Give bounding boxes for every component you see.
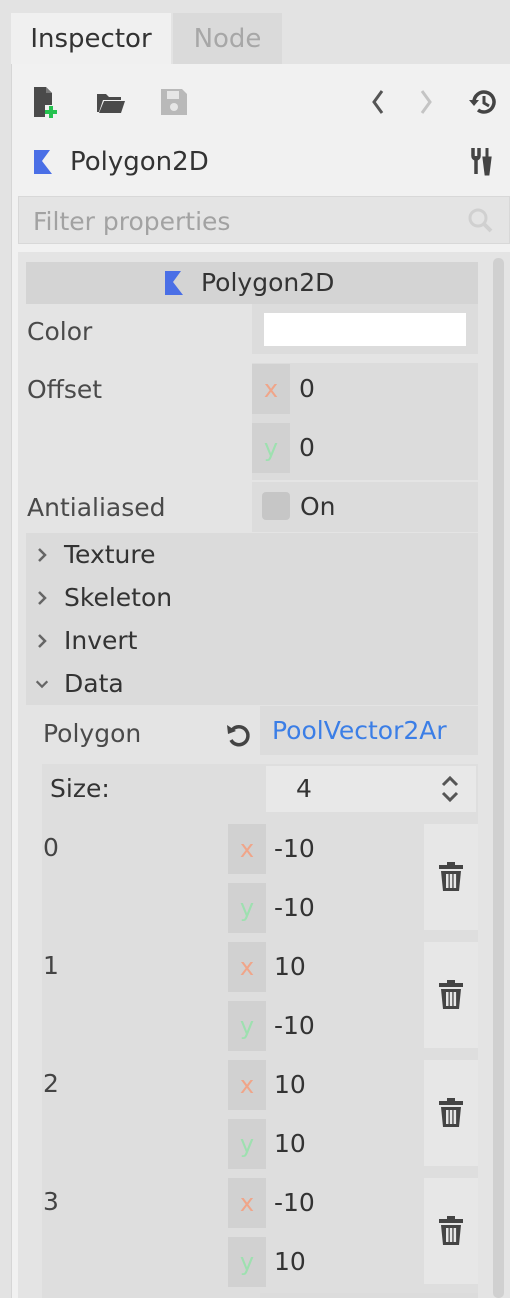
antialiased-label: Antialiased [27,493,166,522]
revert-icon[interactable] [222,719,254,751]
offset-y-axis-label: y [252,423,290,473]
item-2-x-axis-label: x [228,1060,266,1110]
filter-properties-field[interactable] [18,196,510,245]
trash-icon [439,980,463,1009]
array-index-1: 1 [43,951,59,980]
item-1-y-field[interactable]: -10 [274,1001,315,1051]
polygon-value[interactable]: PoolVector2Ar [272,706,472,755]
item-0-x-field[interactable]: -10 [274,824,315,874]
subsection-data-label: Data [64,669,124,698]
item-0-y-field[interactable]: -10 [274,883,315,933]
chevron-right-icon [34,576,50,619]
back-icon[interactable] [364,84,392,120]
item-3-x-field[interactable]: -10 [274,1178,315,1228]
delete-item-3-button[interactable] [424,1178,478,1284]
item-2-y-axis-label: y [228,1119,266,1169]
history-icon[interactable] [465,84,501,120]
polygon2d-section-icon [162,268,192,298]
subsection-skeleton-label: Skeleton [64,583,173,612]
filter-input[interactable] [31,197,455,245]
tools-icon[interactable] [464,142,500,182]
size-value[interactable]: 4 [296,766,312,812]
spinner-arrows-icon[interactable] [436,772,464,806]
new-script-icon[interactable] [28,84,64,120]
offset-y-field[interactable]: 0 [299,423,315,473]
subsection-texture-label: Texture [64,540,156,569]
trash-icon [439,862,463,891]
array-index-3: 3 [43,1187,59,1216]
item-2-y-field[interactable]: 10 [274,1119,306,1169]
item-0-x-axis-label: x [228,824,266,874]
trash-icon [439,1098,463,1127]
polygon-label: Polygon [43,719,142,748]
offset-x-field[interactable]: 0 [299,364,315,414]
chevron-right-icon [34,619,50,662]
node-name: Polygon2D [70,147,209,177]
item-1-x-field[interactable]: 10 [274,942,306,992]
trash-icon [439,1216,463,1245]
subsection-invert-label: Invert [64,626,138,655]
subsection-skeleton[interactable]: Skeleton [26,576,478,619]
next-row-partial [260,1293,478,1298]
offset-x-axis-label: x [252,364,290,414]
open-folder-icon[interactable] [93,84,129,120]
subsection-texture[interactable]: Texture [26,533,478,576]
offset-label: Offset [27,375,103,404]
tab-inspector[interactable]: Inspector [11,13,171,65]
color-label: Color [27,317,93,346]
item-3-x-axis-label: x [228,1178,266,1228]
color-swatch[interactable] [264,313,466,346]
item-1-x-axis-label: x [228,942,266,992]
delete-item-2-button[interactable] [424,1060,478,1166]
delete-item-1-button[interactable] [424,942,478,1048]
item-3-y-field[interactable]: 10 [274,1237,306,1287]
tab-node[interactable]: Node [173,13,282,65]
item-2-x-field[interactable]: 10 [274,1060,306,1110]
subsection-invert[interactable]: Invert [26,619,478,662]
antialiased-checkbox[interactable] [262,492,290,520]
scrollbar[interactable] [493,258,504,1298]
array-index-2: 2 [43,1069,59,1098]
delete-item-0-button[interactable] [424,824,478,930]
antialiased-value: On [300,492,336,521]
section-title: Polygon2D [201,268,335,297]
save-icon[interactable] [156,84,192,120]
polygon2d-icon [30,146,62,178]
chevron-down-icon [34,662,50,705]
search-icon [465,205,495,235]
size-label: Size: [50,774,110,803]
section-header-polygon2d[interactable]: Polygon2D [26,262,478,304]
subsection-data[interactable]: Data [26,662,478,705]
chevron-right-icon [34,533,50,576]
array-index-0: 0 [43,833,59,862]
item-0-y-axis-label: y [228,883,266,933]
item-3-y-axis-label: y [228,1237,266,1287]
item-1-y-axis-label: y [228,1001,266,1051]
forward-icon[interactable] [412,84,440,120]
